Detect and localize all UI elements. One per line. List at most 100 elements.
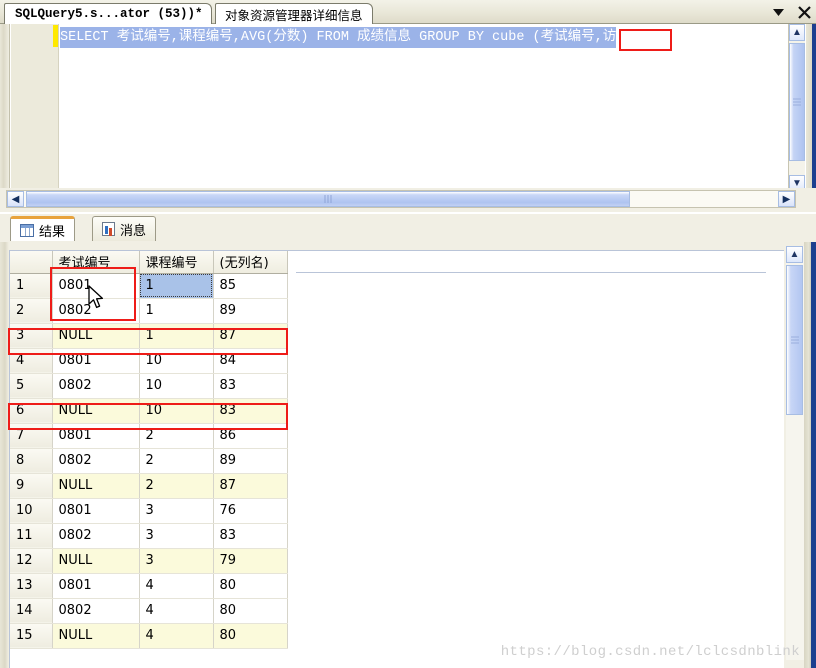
cell-avg-score[interactable]: 89 [213,298,288,324]
cell-course-id[interactable]: 1 [139,273,214,299]
row-number-cell[interactable]: 14 [10,598,53,624]
cell-exam-id[interactable]: 0801 [52,498,140,524]
cell-exam-id[interactable]: 0802 [52,373,140,399]
cell-avg-score[interactable]: 84 [213,348,288,374]
cell-avg-score[interactable]: 89 [213,448,288,474]
column-header-unnamed[interactable]: (无列名) [213,251,288,274]
cell-avg-score[interactable]: 80 [213,598,288,624]
column-header-course-id[interactable]: 课程编号 [139,251,214,274]
table-row[interactable]: 5 0802 10 83 [10,373,288,399]
row-number-cell[interactable]: 2 [10,298,53,324]
cell-course-id[interactable]: 4 [139,598,214,624]
cell-avg-score[interactable]: 87 [213,323,288,349]
cell-course-id[interactable]: 2 [139,473,214,499]
table-row[interactable]: 14 0802 4 80 [10,598,288,624]
grid-vertical-scrollbar[interactable]: ▲ [786,246,804,660]
row-number-cell[interactable]: 1 [10,273,53,299]
editor-hscroll-thumb[interactable] [26,191,630,207]
results-grid[interactable]: 考试编号 课程编号 (无列名) 1 0801 1 85 2 0802 1 89 3 NULL 1 87… [9,250,784,668]
chevron-left-icon[interactable]: ◀ [7,191,24,207]
table-row[interactable]: 13 0801 4 80 [10,573,288,599]
column-header-rownum[interactable] [10,251,53,274]
cell-avg-score[interactable]: 83 [213,398,288,424]
row-number-cell[interactable]: 12 [10,548,53,574]
cell-exam-id[interactable]: NULL [52,548,140,574]
row-number-cell[interactable]: 9 [10,473,53,499]
row-number-cell[interactable]: 6 [10,398,53,424]
cell-exam-id[interactable]: NULL [52,398,140,424]
cell-course-id[interactable]: 10 [139,373,214,399]
cell-course-id[interactable]: 10 [139,348,214,374]
cell-avg-score[interactable]: 87 [213,473,288,499]
sql-statement-line[interactable]: SELECT 考试编号,课程编号,AVG(分数) FROM 成绩信息 GROUP… [60,27,617,48]
cell-avg-score[interactable]: 85 [213,273,288,299]
editor-vertical-scrollbar[interactable]: ▲ ▼ [788,24,805,210]
cell-exam-id[interactable]: 0801 [52,423,140,449]
row-number-cell[interactable]: 10 [10,498,53,524]
cell-course-id[interactable]: 2 [139,448,214,474]
cell-course-id[interactable]: 3 [139,523,214,549]
row-number-cell[interactable]: 11 [10,523,53,549]
table-row[interactable]: 10 0801 3 76 [10,498,288,524]
sql-editor-pane[interactable]: SELECT 考试编号,课程编号,AVG(分数) FROM 成绩信息 GROUP… [0,24,816,210]
table-row[interactable]: 9 NULL 2 87 [10,473,288,499]
cell-avg-score[interactable]: 83 [213,373,288,399]
table-row[interactable]: 15 NULL 4 80 [10,623,288,649]
cell-exam-id[interactable]: NULL [52,323,140,349]
cell-exam-id[interactable]: 0801 [52,273,140,299]
cell-exam-id[interactable]: 0802 [52,298,140,324]
tab-messages[interactable]: 消息 [92,216,157,241]
cell-avg-score[interactable]: 80 [213,573,288,599]
chevron-right-icon[interactable]: ▶ [778,191,795,207]
table-row[interactable]: 4 0801 10 84 [10,348,288,374]
table-row[interactable]: 2 0802 1 89 [10,298,288,324]
table-row[interactable]: 11 0802 3 83 [10,523,288,549]
cell-exam-id[interactable]: 0802 [52,523,140,549]
cell-exam-id[interactable]: 0801 [52,573,140,599]
chevron-up-icon[interactable]: ▲ [786,246,803,263]
row-number-cell[interactable]: 13 [10,573,53,599]
cell-course-id[interactable]: 1 [139,298,214,324]
editor-scroll-thumb[interactable] [789,43,805,161]
sql-text-area[interactable]: SELECT 考试编号,课程编号,AVG(分数) FROM 成绩信息 GROUP… [60,24,788,210]
cell-avg-score[interactable]: 83 [213,523,288,549]
tab-results[interactable]: 结果 [10,216,76,241]
cell-exam-id[interactable]: NULL [52,473,140,499]
cell-course-id[interactable]: 3 [139,548,214,574]
cell-course-id[interactable]: 2 [139,423,214,449]
table-row[interactable]: 12 NULL 3 79 [10,548,288,574]
table-row[interactable]: 6 NULL 10 83 [10,398,288,424]
cell-course-id[interactable]: 1 [139,323,214,349]
column-header-exam-id[interactable]: 考试编号 [52,251,140,274]
tab-sqlquery5[interactable]: SQLQuery5.s...ator (53))* [3,3,212,24]
cell-avg-score[interactable]: 80 [213,623,288,649]
chevron-up-icon[interactable]: ▲ [789,24,805,41]
cell-course-id[interactable]: 4 [139,623,214,649]
row-number-cell[interactable]: 3 [10,323,53,349]
cell-course-id[interactable]: 3 [139,498,214,524]
chevron-down-icon[interactable] [770,3,786,21]
tab-object-explorer-details[interactable]: 对象资源管理器详细信息 [214,3,373,24]
row-number-cell[interactable]: 8 [10,448,53,474]
editor-horizontal-scrollbar[interactable]: ◀ ▶ [6,190,796,208]
close-icon[interactable] [796,3,812,21]
grid-scroll-thumb[interactable] [786,265,803,415]
cell-avg-score[interactable]: 79 [213,548,288,574]
cell-exam-id[interactable]: 0801 [52,348,140,374]
row-number-cell[interactable]: 15 [10,623,53,649]
cell-exam-id[interactable]: 0802 [52,448,140,474]
cell-course-id[interactable]: 4 [139,573,214,599]
row-number-cell[interactable]: 4 [10,348,53,374]
cell-exam-id[interactable]: 0802 [52,598,140,624]
table-row[interactable]: 1 0801 1 85 [10,273,288,299]
row-number-cell[interactable]: 7 [10,423,53,449]
table-row[interactable]: 7 0801 2 86 [10,423,288,449]
table-row[interactable]: 3 NULL 1 87 [10,323,288,349]
cell-course-id[interactable]: 10 [139,398,214,424]
cell-avg-score[interactable]: 86 [213,423,288,449]
row-number-cell[interactable]: 5 [10,373,53,399]
results-table[interactable]: 考试编号 课程编号 (无列名) 1 0801 1 85 2 0802 1 89 3 NULL 1 87… [10,251,288,649]
table-row[interactable]: 8 0802 2 89 [10,448,288,474]
cell-avg-score[interactable]: 76 [213,498,288,524]
cell-exam-id[interactable]: NULL [52,623,140,649]
